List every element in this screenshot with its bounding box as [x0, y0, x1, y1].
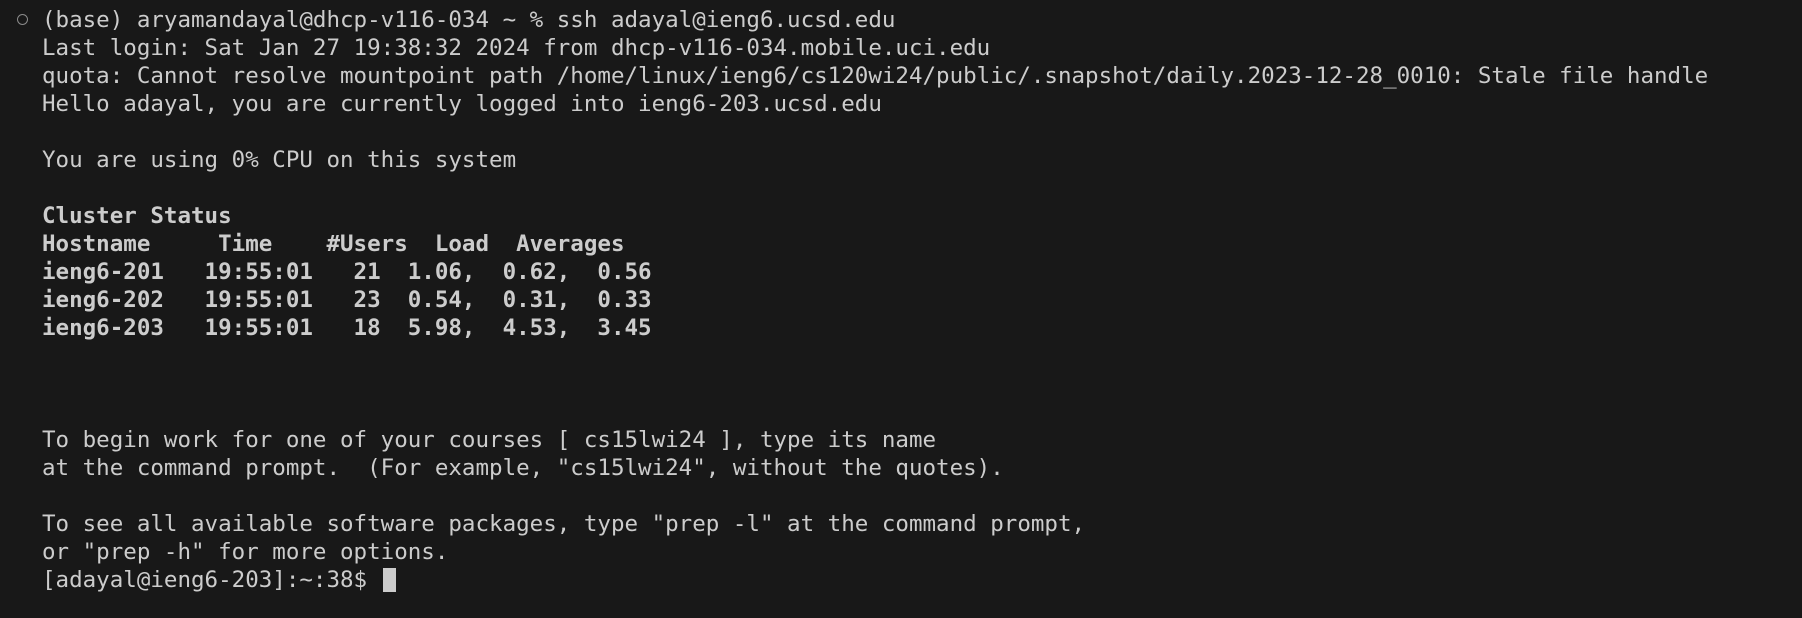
cluster-row-text: ieng6-203 19:55:01 18 5.98, 4.53, 3.45 [42, 315, 652, 341]
last-login-line: Last login: Sat Jan 27 19:38:32 2024 fro… [42, 35, 991, 61]
courses-info-line-1: To begin work for one of your courses [ … [42, 427, 937, 453]
text-cursor[interactable] [382, 568, 396, 592]
terminal-window[interactable]: (base) aryamandayal@dhcp-v116-034 ~ % ss… [0, 0, 1802, 618]
cpu-usage-line: You are using 0% CPU on this system [42, 147, 517, 173]
remote-prompt: [adayal@ieng6-203]:~:38$ [42, 567, 381, 593]
cluster-status-title: Cluster Status [42, 203, 232, 229]
prep-info-line-2: or "prep -h" for more options. [42, 539, 449, 565]
cluster-table-row: ieng6-203 19:55:01 18 5.98, 4.53, 3.45 [42, 314, 1802, 342]
remote-prompt-line[interactable]: [adayal@ieng6-203]:~:38$ [42, 566, 1802, 594]
blank-lines [42, 342, 1802, 426]
hello-line: Hello adayal, you are currently logged i… [42, 91, 882, 117]
command-decoration-icon[interactable] [17, 14, 28, 25]
quota-error-line: quota: Cannot resolve mountpoint path /h… [42, 63, 1709, 89]
cluster-table-header: Hostname Time #Users Load Averages [42, 231, 625, 257]
prep-info-line-1: To see all available software packages, … [42, 511, 1086, 537]
cluster-table-row: ieng6-201 19:55:01 21 1.06, 0.62, 0.56 [42, 258, 1802, 286]
cluster-row-text: ieng6-202 19:55:01 23 0.54, 0.31, 0.33 [42, 287, 652, 313]
courses-info-line-2: at the command prompt. (For example, "cs… [42, 455, 1004, 481]
cluster-table-row: ieng6-202 19:55:01 23 0.54, 0.31, 0.33 [42, 286, 1802, 314]
cluster-row-text: ieng6-201 19:55:01 21 1.06, 0.62, 0.56 [42, 259, 652, 285]
local-prompt-command: (base) aryamandayal@dhcp-v116-034 ~ % ss… [42, 7, 896, 33]
